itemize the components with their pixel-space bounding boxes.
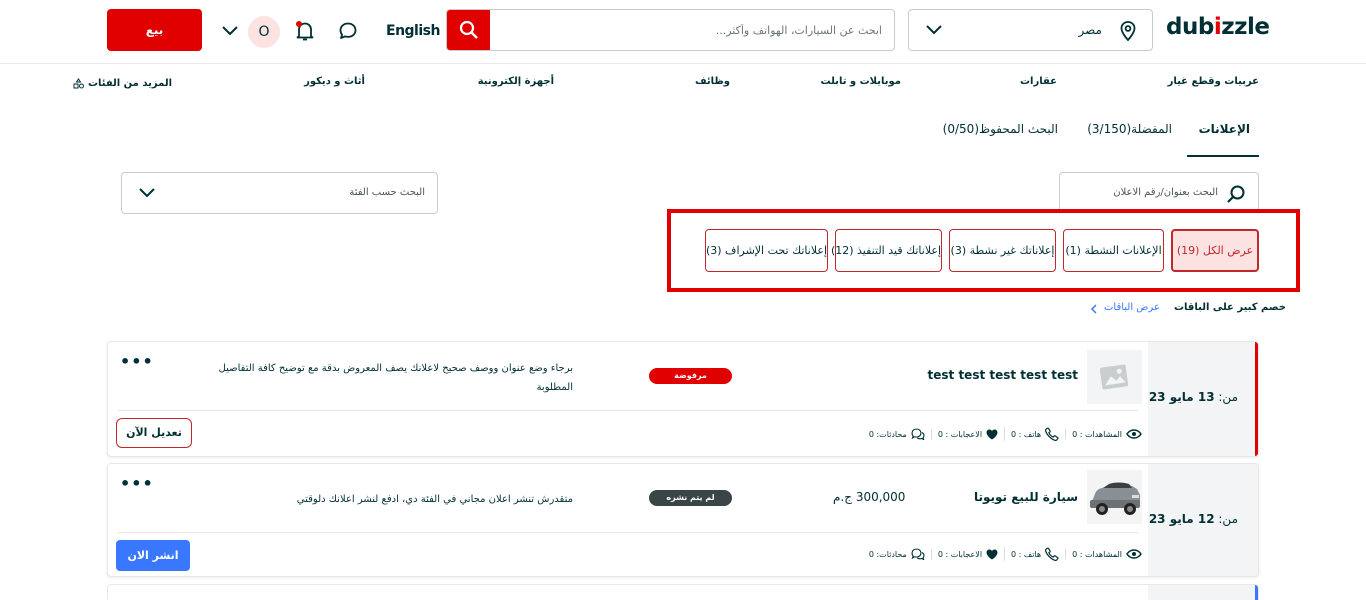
ad-status-message: برجاء وضع عنوان ووصف صحيح لاعلانك يصف ال… xyxy=(218,363,573,393)
ad-card-partial xyxy=(107,584,1259,600)
more-categories-label: المزيد من الفئات xyxy=(87,77,172,89)
stat-chats: محادثات: 0 xyxy=(863,428,931,440)
chevron-down-icon[interactable] xyxy=(221,25,239,37)
category-furniture[interactable]: أثاث و ديكور xyxy=(304,76,365,90)
category-mobiles[interactable]: موبايلات و تابلت xyxy=(821,76,901,90)
chevron-down-icon xyxy=(925,24,943,36)
status-badge: لم يتم نشره xyxy=(649,490,732,506)
dubizzle-logo[interactable]: dubizzle xyxy=(1166,14,1270,40)
stat-views: المشاهدات : 0 xyxy=(1065,549,1148,559)
car-photo xyxy=(1087,470,1142,524)
ad-date: من: 13 مايو 23 xyxy=(1148,390,1238,404)
search-button[interactable] xyxy=(447,10,490,50)
top-header: dubizzle مصر English O بيع xyxy=(0,0,1366,64)
location-value: مصر xyxy=(1078,23,1102,37)
filter-pending[interactable]: إعلاناتك قيد التنفيذ (12) xyxy=(831,229,942,272)
status-accent-bar xyxy=(1255,342,1258,456)
ad-title[interactable]: سيارة للبيع تويوتا xyxy=(974,490,1078,504)
publish-now-button[interactable]: انشر الان xyxy=(116,540,190,571)
category-more[interactable]: المزيد من الفئات xyxy=(73,76,172,90)
search-icon xyxy=(1226,184,1246,204)
main-search xyxy=(446,9,895,51)
language-toggle[interactable]: English xyxy=(386,23,440,39)
card-divider xyxy=(118,410,1138,411)
ad-title[interactable]: test test test test test xyxy=(928,368,1078,382)
heart-icon xyxy=(986,429,998,439)
image-placeholder-icon xyxy=(1099,364,1129,390)
ad-card: من: 12 مايو 23 سيارة للبيع تويوتا 300,00… xyxy=(107,463,1259,577)
stat-phone: هاتف : 0 xyxy=(1004,547,1065,561)
stat-likes: الاعجابات : 0 xyxy=(930,428,1004,440)
category-filter-select[interactable]: البحث حسب الفئة xyxy=(121,172,438,214)
tab-saved-searches[interactable]: البحث المحفوظ(0/50) xyxy=(943,122,1058,136)
ad-price: 300,000 ج.م xyxy=(833,490,906,504)
status-accent-bar xyxy=(1255,585,1258,600)
categories-grid-icon xyxy=(73,77,84,89)
sell-button[interactable]: بيع xyxy=(107,9,202,51)
category-jobs[interactable]: وظائف xyxy=(695,76,730,90)
location-pin-icon xyxy=(1120,21,1136,41)
ad-stats: المشاهدات : 0 هاتف : 0 الاعجابات : 0 محا… xyxy=(869,546,1148,562)
tab-my-ads[interactable]: الإعلانات xyxy=(1199,122,1250,136)
ad-thumbnail[interactable] xyxy=(1087,470,1142,524)
edit-now-button[interactable]: تعديل الآن xyxy=(116,418,192,448)
ad-stats: المشاهدات : 0 هاتف : 0 الاعجابات : 0 محا… xyxy=(869,426,1148,442)
ad-search-box xyxy=(1059,172,1259,213)
filter-inactive[interactable]: إعلاناتك غير نشطة (3) xyxy=(949,229,1056,272)
ad-status-message: متقدرش تنشر اعلان مجاني في الفئة دي، ادف… xyxy=(296,494,573,505)
ad-date-panel xyxy=(1148,585,1258,600)
status-badge: مرفوضة xyxy=(649,368,732,384)
category-electronics[interactable]: أجهزة إلكترونية xyxy=(478,76,554,90)
notification-dot xyxy=(296,21,302,27)
chat-bubbles-icon xyxy=(911,428,925,440)
ad-thumbnail-placeholder[interactable] xyxy=(1087,350,1142,404)
phone-icon xyxy=(1045,427,1059,441)
chat-icon[interactable] xyxy=(338,21,358,41)
stat-phone: هاتف : 0 xyxy=(1004,427,1065,441)
tab-favorites[interactable]: المفضلة(3/150) xyxy=(1087,122,1172,136)
promo-text: خصم كبير على الباقات xyxy=(1174,302,1286,313)
stat-chats: محادثات: 0 xyxy=(863,548,931,560)
chevron-left-icon[interactable] xyxy=(1090,304,1098,314)
filter-active[interactable]: الإعلانات النشطة (1) xyxy=(1063,229,1164,272)
avatar[interactable]: O xyxy=(248,16,280,48)
stat-likes: الاعجابات : 0 xyxy=(930,548,1004,560)
filter-under-review[interactable]: إعلاناتك تحت الإشراف (3) xyxy=(705,229,828,272)
more-options-icon[interactable]: ••• xyxy=(120,474,154,493)
category-real-estate[interactable]: عقارات xyxy=(1020,76,1057,90)
phone-icon xyxy=(1045,547,1059,561)
search-input[interactable] xyxy=(502,10,882,50)
eye-icon xyxy=(1126,429,1142,439)
chevron-down-icon xyxy=(138,187,156,199)
ad-card: من: 13 مايو 23 test test test test test … xyxy=(107,341,1259,457)
category-cars[interactable]: عربيات وقطع غيار xyxy=(1168,76,1259,90)
search-icon xyxy=(459,20,478,39)
location-select[interactable]: مصر xyxy=(908,9,1153,51)
stat-views: المشاهدات : 0 xyxy=(1065,429,1148,439)
eye-icon xyxy=(1126,549,1142,559)
chat-bubbles-icon xyxy=(911,548,925,560)
view-packages-link[interactable]: عرض الباقات xyxy=(1104,302,1160,313)
heart-icon xyxy=(986,549,998,559)
active-tab-indicator xyxy=(1187,155,1259,157)
ad-date: من: 12 مايو 23 xyxy=(1148,512,1238,526)
card-divider xyxy=(118,532,1138,533)
filter-all[interactable]: عرض الكل (19) xyxy=(1171,229,1259,272)
more-options-icon[interactable]: ••• xyxy=(120,352,154,371)
category-filter-value: البحث حسب الفئة xyxy=(349,187,425,198)
ad-search-input[interactable] xyxy=(1068,173,1218,212)
